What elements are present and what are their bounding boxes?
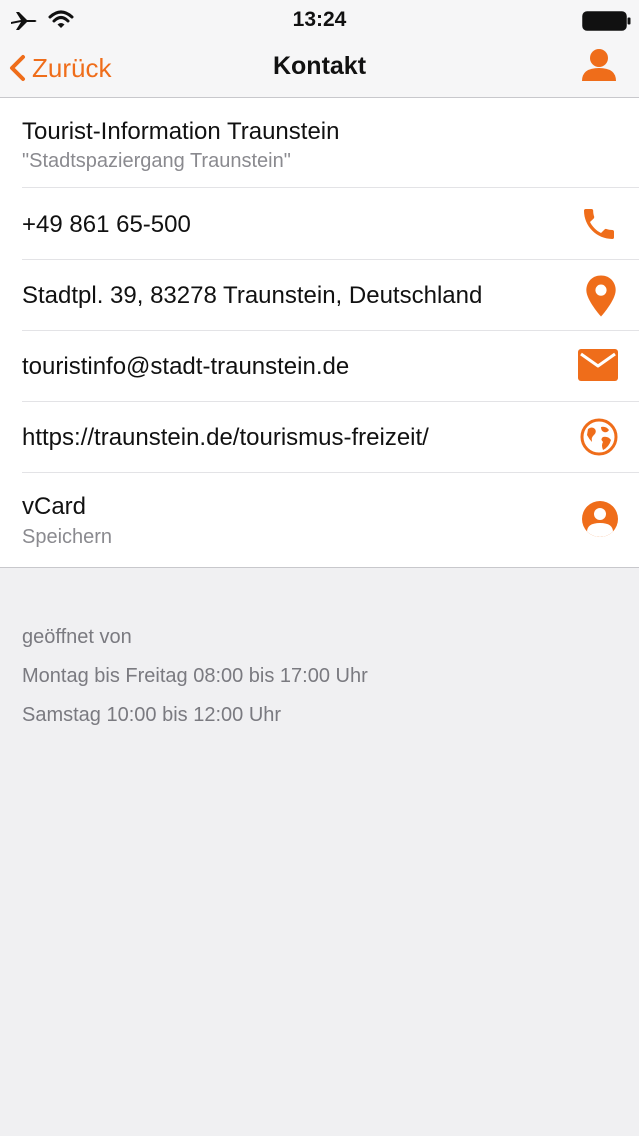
phone-number: +49 861 65-500 bbox=[22, 211, 191, 238]
opening-hours-heading: geöffnet von bbox=[22, 626, 132, 648]
contact-card: Tourist-Information Traunstein "Stadtspa… bbox=[0, 98, 639, 568]
phone-icon[interactable] bbox=[579, 204, 619, 249]
location-pin-icon[interactable] bbox=[583, 274, 619, 323]
opening-hours: geöffnet von Montag bis Freitag 08:00 bi… bbox=[22, 624, 368, 741]
vcard-label: vCard bbox=[22, 493, 87, 520]
page-title: Kontakt bbox=[272, 52, 367, 80]
website-url: https://traunstein.de/tourismus-freizeit… bbox=[22, 424, 429, 451]
contact-name-row: Tourist-Information Traunstein "Stadtspa… bbox=[22, 98, 639, 188]
email-address: touristinfo@stadt-traunstein.de bbox=[22, 353, 350, 380]
contact-subtitle: "Stadtspaziergang Traunstein" bbox=[22, 150, 291, 172]
address-row[interactable]: Stadtpl. 39, 83278 Traunstein, Deutschla… bbox=[22, 260, 639, 331]
status-time: 13:24 bbox=[292, 8, 347, 31]
person-icon[interactable] bbox=[580, 46, 618, 89]
opening-hours-weekdays: Montag bis Freitag 08:00 bis 17:00 Uhr bbox=[22, 665, 368, 687]
battery-icon bbox=[582, 11, 632, 36]
contact-name: Tourist-Information Traunstein bbox=[22, 118, 340, 145]
website-row[interactable]: https://traunstein.de/tourismus-freizeit… bbox=[22, 402, 639, 473]
mail-icon[interactable] bbox=[577, 348, 619, 387]
status-bar: 13:24 bbox=[0, 0, 639, 40]
opening-hours-saturday: Samstag 10:00 bis 12:00 Uhr bbox=[22, 704, 282, 726]
phone-row[interactable]: +49 861 65-500 bbox=[22, 188, 639, 260]
navigation-bar: Zurück Kontakt bbox=[0, 40, 639, 98]
account-circle-icon[interactable] bbox=[581, 500, 619, 543]
globe-icon[interactable] bbox=[579, 417, 619, 462]
email-row[interactable]: touristinfo@stadt-traunstein.de bbox=[22, 331, 639, 402]
vcard-row[interactable]: vCard Speichern bbox=[22, 473, 639, 567]
address-text: Stadtpl. 39, 83278 Traunstein, Deutschla… bbox=[22, 282, 483, 309]
vcard-save-action: Speichern bbox=[22, 526, 113, 548]
